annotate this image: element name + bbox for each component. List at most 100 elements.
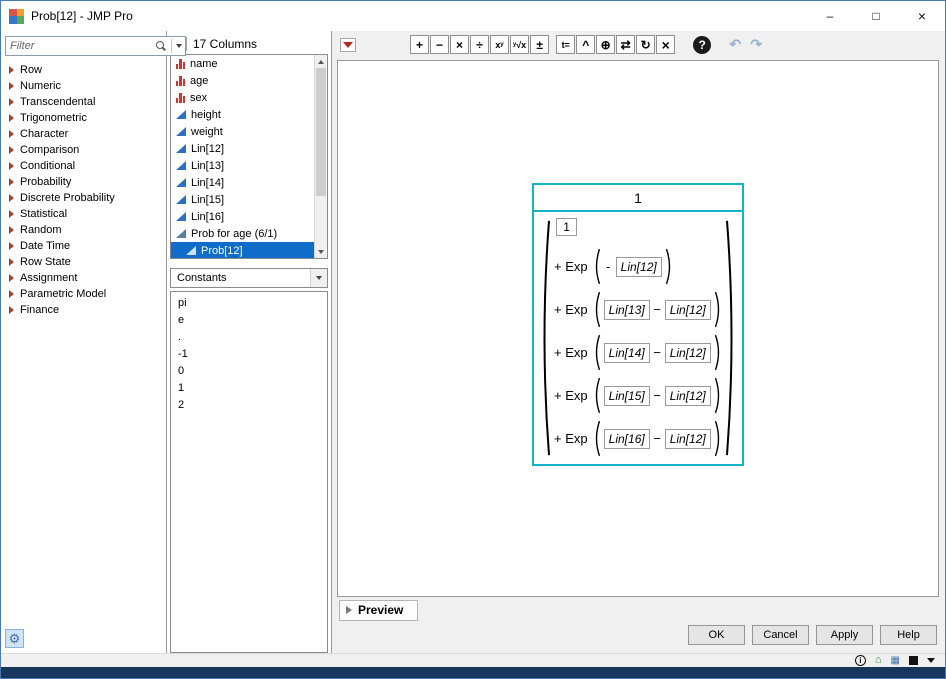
constant-0[interactable]: 0 [171,362,327,379]
maximize-button[interactable]: □ [853,1,899,31]
undo-button[interactable]: ↶ [725,35,745,54]
preview-toggle[interactable]: Preview [339,600,418,621]
cancel-button[interactable]: Cancel [752,625,809,645]
column-reference[interactable]: Lin[16] [604,429,650,449]
redo-button[interactable]: ↷ [746,35,766,54]
formula-expression[interactable]: 1 1 + Exp [532,183,743,466]
expand-triangle-icon[interactable] [9,178,14,186]
term-exp-lin16[interactable]: + Exp Lin[16] − Lin[12] [553,417,722,460]
column-reference[interactable]: Lin[12] [665,386,711,406]
disclosure-triangle-icon[interactable] [346,606,352,614]
expand-triangle-icon[interactable] [9,82,14,90]
scroll-down-icon[interactable] [315,245,327,258]
expand-triangle-icon[interactable] [9,258,14,266]
column-group-prob-for-age[interactable]: Prob for age (6/1) [171,225,314,242]
column-lin15[interactable]: Lin[15] [171,191,314,208]
column-reference[interactable]: Lin[12] [665,343,711,363]
column-lin16[interactable]: Lin[16] [171,208,314,225]
expand-triangle-icon[interactable] [9,146,14,154]
scroll-up-icon[interactable] [315,55,327,68]
column-reference[interactable]: Lin[12] [616,257,662,277]
term-exp-lin14[interactable]: + Exp Lin[14] − Lin[12] [553,331,722,374]
local-variable-button[interactable]: t= [556,35,575,54]
exp-function[interactable]: Exp [565,302,587,317]
formula-canvas[interactable]: 1 1 + Exp [337,60,939,597]
term-exp-lin13[interactable]: + Exp Lin[13] − Lin[12] [553,288,722,331]
exp-function[interactable]: Exp [565,259,587,274]
filter-input[interactable] [10,40,152,52]
constant-term[interactable]: 1 [556,218,577,236]
category-transcendental[interactable]: Transcendental [1,94,166,110]
category-trigonometric[interactable]: Trigonometric [1,110,166,126]
term-exp-lin12[interactable]: + Exp - Lin[12] [553,245,722,288]
category-probability[interactable]: Probability [1,174,166,190]
category-discrete-probability[interactable]: Discrete Probability [1,190,166,206]
apply-button[interactable]: Apply [816,625,873,645]
category-row[interactable]: Row [1,62,166,78]
category-date-time[interactable]: Date Time [1,238,166,254]
minimize-button[interactable]: – [807,1,853,31]
filter-dropdown-icon[interactable] [176,44,182,48]
expand-triangle-icon[interactable] [9,210,14,218]
swap-terms-button[interactable]: ⇄ [616,35,635,54]
category-numeric[interactable]: Numeric [1,78,166,94]
chevron-down-icon[interactable] [927,658,935,663]
category-random[interactable]: Random [1,222,166,238]
expand-triangle-icon[interactable] [9,306,14,314]
expand-triangle-icon[interactable] [9,130,14,138]
home-window-icon[interactable]: ⌂ [875,655,882,666]
column-lin12[interactable]: Lin[12] [171,140,314,157]
column-height[interactable]: height [171,106,314,123]
window-list-icon[interactable] [909,656,918,665]
data-table-icon[interactable]: ▦ [891,656,900,666]
column-name[interactable]: name [171,55,314,72]
ok-button[interactable]: OK [688,625,745,645]
filter-box[interactable] [5,36,186,56]
constant-1[interactable]: 1 [171,379,327,396]
category-finance[interactable]: Finance [1,302,166,318]
expand-triangle-icon[interactable] [9,290,14,298]
column-reference[interactable]: Lin[15] [604,386,650,406]
term-exp-lin15[interactable]: + Exp Lin[15] − Lin[12] [553,374,722,417]
column-sex[interactable]: sex [171,89,314,106]
expand-triangle-icon[interactable] [9,242,14,250]
constant-e[interactable]: e [171,311,327,328]
column-reference[interactable]: Lin[12] [665,300,711,320]
help-button[interactable]: Help [880,625,937,645]
category-statistical[interactable]: Statistical [1,206,166,222]
expand-triangle-icon[interactable] [9,162,14,170]
expand-triangle-icon[interactable] [9,226,14,234]
chevron-down-icon[interactable] [310,269,327,287]
power-button[interactable]: xʸ [490,35,509,54]
column-prob12-selected[interactable]: Prob[12] [171,242,314,258]
expand-triangle-icon[interactable] [9,274,14,282]
red-triangle-menu-icon[interactable] [340,38,356,52]
category-conditional[interactable]: Conditional [1,158,166,174]
scrollbar-track[interactable] [315,196,327,245]
category-character[interactable]: Character [1,126,166,142]
column-lin14[interactable]: Lin[14] [171,174,314,191]
column-reference[interactable]: Lin[14] [604,343,650,363]
fraction-numerator[interactable]: 1 [534,185,741,212]
settings-gear-icon[interactable]: ⚙ [5,629,24,648]
add-button[interactable]: + [410,35,429,54]
rotate-button[interactable]: ↻ [636,35,655,54]
column-age[interactable]: age [171,72,314,89]
column-reference[interactable]: Lin[13] [604,300,650,320]
category-comparison[interactable]: Comparison [1,142,166,158]
expand-triangle-icon[interactable] [9,98,14,106]
scrollbar-thumb[interactable] [316,68,326,196]
expand-triangle-icon[interactable] [9,194,14,202]
column-reference[interactable]: Lin[12] [665,429,711,449]
exp-function[interactable]: Exp [565,431,587,446]
category-parametric-model[interactable]: Parametric Model [1,286,166,302]
columns-scrollbar[interactable] [314,55,327,258]
subtract-button[interactable]: − [430,35,449,54]
constant-pi[interactable]: pi [171,294,327,311]
help-icon-button[interactable]: ? [693,36,711,54]
root-button[interactable]: ʸ√x [510,35,529,54]
peel-expression-button[interactable]: ^ [576,35,595,54]
delete-button[interactable]: × [656,35,675,54]
column-lin13[interactable]: Lin[13] [171,157,314,174]
expand-triangle-icon[interactable] [9,66,14,74]
